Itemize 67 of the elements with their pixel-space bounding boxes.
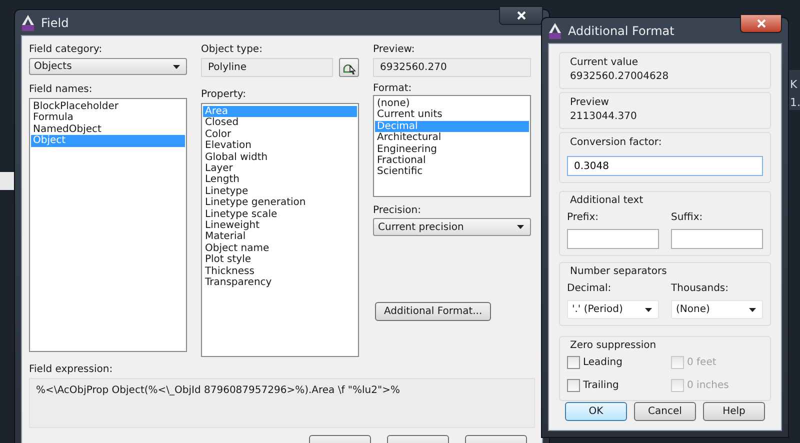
decimal-separator-dropdown[interactable]: '.' (Period) [567, 300, 659, 319]
group-label: Current value [570, 57, 640, 68]
list-item[interactable]: Length [203, 174, 357, 186]
list-item[interactable]: Plot style [203, 254, 357, 266]
dialog-button[interactable]: Help [703, 402, 765, 421]
window-title: Additional Format [568, 24, 674, 38]
list-item[interactable]: Global width [203, 152, 357, 164]
list-item[interactable]: Current units [375, 109, 529, 121]
field-label: Field category: [29, 44, 104, 55]
field-names-list[interactable]: BlockPlaceholder Formula NamedObject Object [29, 98, 187, 352]
preview-field: 6932560.270 [373, 58, 531, 77]
window-title: Field [41, 16, 69, 30]
list-item[interactable]: Thickness [203, 266, 357, 278]
list-item[interactable]: Closed [203, 117, 357, 129]
precision-dropdown[interactable]: Current precision [373, 218, 531, 236]
checkbox-label: 0 feet [687, 357, 716, 368]
field-label: Field expression: [29, 364, 114, 375]
field-label: Precision: [373, 205, 422, 216]
list-item[interactable]: Object name [203, 242, 357, 254]
list-item[interactable]: Elevation [203, 140, 357, 152]
conversion-factor-field[interactable]: 0.3048 [567, 156, 763, 176]
list-item[interactable]: Linetype [203, 186, 357, 198]
list-item[interactable]: Transparency [203, 277, 357, 288]
checkbox-label: Trailing [583, 380, 619, 391]
group-label: Preview [570, 97, 610, 108]
list-label: Field names: [29, 84, 94, 95]
field-label: Prefix: [567, 212, 600, 223]
list-item[interactable]: Engineering [375, 144, 529, 156]
list-label: Format: [373, 83, 413, 94]
list-item[interactable]: Linetype scale [203, 208, 357, 220]
list-item[interactable]: BlockPlaceholder [31, 101, 185, 112]
checkbox-label: 0 inches [687, 380, 729, 391]
list-item[interactable]: Linetype generation [203, 197, 357, 209]
group-label: Conversion factor: [570, 137, 663, 148]
list-label: Property: [201, 89, 247, 100]
current-value-text: 6932560.27004628 [570, 71, 670, 82]
group-label: Zero suppression [570, 340, 658, 351]
list-item[interactable]: Fractional [375, 155, 529, 166]
dialog-button[interactable]: Cancel [634, 402, 696, 421]
list-item[interactable]: NamedObject [31, 124, 185, 136]
preview-text: 2113044.370 [570, 111, 638, 122]
field-label: Thousands: [671, 283, 730, 294]
property-list[interactable]: Area Closed Color Elevation Global width Layer Length Linetype Linetype generation Linetype scale Lineweight Material Object name Plot style Thickness Transparency [201, 103, 359, 357]
list-item[interactable]: (none) [375, 98, 529, 110]
list-item[interactable]: Lineweight [203, 220, 357, 232]
group-label: Additional text [570, 195, 644, 206]
field-label: Decimal: [567, 283, 612, 294]
background-text: K [790, 78, 798, 91]
group-label: Number separators [570, 266, 668, 277]
list-item[interactable]: Material [203, 231, 357, 243]
field-label: Preview: [373, 44, 416, 55]
field-category-dropdown[interactable]: Objects [29, 58, 187, 75]
format-list[interactable]: (none) Current units Decimal Architectural Engineering Fractional Scientific [373, 95, 531, 197]
additional-format-button[interactable]: Additional Format... [375, 302, 492, 321]
field-label: Suffix: [671, 212, 704, 223]
list-item[interactable]: Color [203, 128, 357, 140]
checkbox-label: Leading [583, 357, 622, 368]
background-text: 1. [790, 96, 800, 109]
dialog-button[interactable]: OK [565, 402, 627, 421]
object-type-field: Polyline [201, 58, 333, 77]
field-expression-box: %<\AcObjProp Object(%<\_ObjId 8796087957296>%).Area \f "%lu2">% [29, 378, 535, 428]
field-label: Object type: [201, 44, 264, 55]
list-item[interactable]: Architectural [375, 132, 529, 144]
list-item[interactable]: Layer [203, 163, 357, 174]
thousands-separator-dropdown[interactable]: (None) [671, 300, 763, 319]
list-item[interactable]: Scientific [375, 166, 529, 178]
list-item[interactable]: Formula [31, 112, 185, 124]
